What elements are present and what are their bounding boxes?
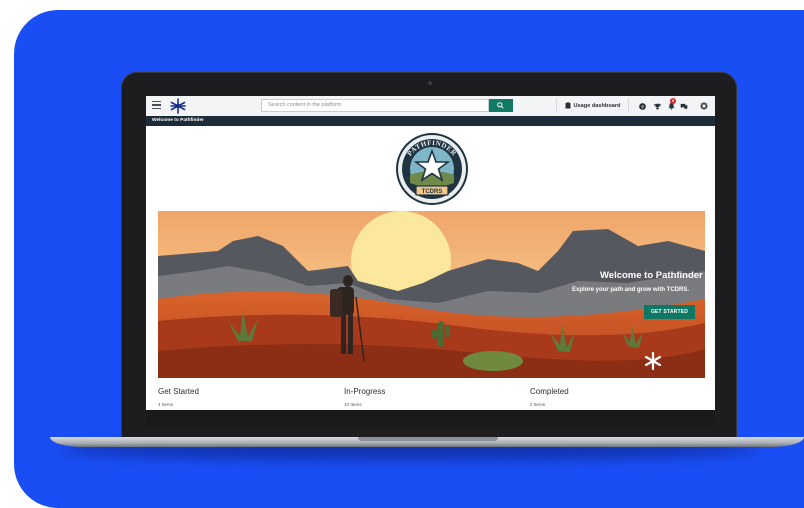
section-count: 10 Items bbox=[344, 402, 362, 407]
hero-banner: Welcome to Pathfinder Explore your path … bbox=[158, 211, 705, 378]
desert-landscape-illustration bbox=[158, 211, 705, 378]
brand-star-icon[interactable] bbox=[170, 98, 186, 114]
gear-icon[interactable] bbox=[698, 100, 710, 112]
top-navigation-bar: Search content in the platform Usage das… bbox=[146, 96, 715, 117]
laptop-base-notch bbox=[358, 437, 498, 441]
search-placeholder: Search content in the platform bbox=[268, 102, 342, 108]
section-get-started[interactable]: Get Started 4 Items bbox=[158, 387, 199, 407]
section-count: 4 Items bbox=[158, 402, 174, 407]
hero-title: Welcome to Pathfinder bbox=[600, 270, 703, 281]
logo-bottom-text: TCDRS bbox=[422, 189, 443, 195]
laptop-bezel-bottom bbox=[146, 410, 715, 426]
section-in-progress[interactable]: In-Progress 10 Items bbox=[344, 387, 385, 407]
pathfinder-logo: TCDRS PATHFINDER bbox=[396, 133, 468, 205]
usage-dashboard-label: Usage dashboard bbox=[573, 102, 621, 109]
menu-icon[interactable] bbox=[152, 101, 161, 109]
clipboard-icon bbox=[565, 102, 571, 109]
hero-subtitle: Explore your path and grow with TCDRS. bbox=[572, 287, 690, 293]
section-title: In-Progress bbox=[344, 387, 386, 396]
notification-badge: 9 bbox=[670, 98, 676, 104]
help-icon[interactable]: ? bbox=[636, 100, 648, 112]
section-title: Get Started bbox=[158, 387, 199, 396]
search-icon bbox=[497, 102, 504, 109]
search-input[interactable]: Search content in the platform bbox=[261, 99, 489, 112]
breadcrumb[interactable]: Welcome to Pathfinder bbox=[152, 118, 204, 123]
section-count: 2 Items bbox=[530, 402, 546, 407]
section-completed[interactable]: Completed 2 Items bbox=[530, 387, 569, 407]
breadcrumb-bar: Welcome to Pathfinder bbox=[146, 116, 715, 126]
svg-text:?: ? bbox=[641, 104, 644, 110]
laptop-lid: Search content in the platform Usage das… bbox=[121, 72, 737, 442]
get-started-button[interactable]: GET STARTED bbox=[644, 305, 695, 319]
search-button[interactable] bbox=[489, 99, 513, 112]
webcam bbox=[428, 81, 432, 85]
chat-icon[interactable] bbox=[678, 100, 690, 112]
usage-dashboard-button[interactable]: Usage dashboard bbox=[556, 98, 629, 113]
app-screen: Search content in the platform Usage das… bbox=[146, 96, 715, 410]
trophy-icon[interactable] bbox=[651, 100, 663, 112]
section-title: Completed bbox=[530, 387, 569, 396]
